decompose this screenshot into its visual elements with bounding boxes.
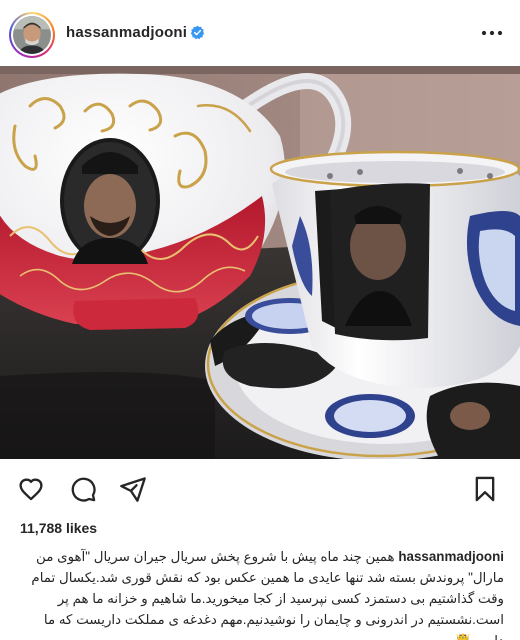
comment-icon[interactable] — [68, 475, 98, 503]
caption-username[interactable]: hassanmadjooni — [398, 549, 504, 564]
share-icon[interactable] — [118, 475, 148, 503]
post-caption: hassanmadjooni همین چند ماه پیش با شروع … — [12, 546, 504, 640]
teapot-teacup-photo[interactable] — [0, 66, 520, 459]
likes-count[interactable]: 11,788 likes — [20, 520, 97, 536]
bookmark-icon[interactable] — [470, 475, 500, 503]
more-horizontal-icon[interactable] — [480, 23, 504, 43]
verified-badge-icon — [190, 25, 205, 40]
heart-icon[interactable] — [16, 475, 46, 503]
avatar[interactable] — [9, 12, 55, 58]
post-username[interactable]: hassanmadjooni — [66, 24, 187, 41]
action-bar — [0, 459, 520, 517]
post-header: hassanmadjooni — [0, 0, 520, 66]
profile-photo — [13, 16, 51, 54]
